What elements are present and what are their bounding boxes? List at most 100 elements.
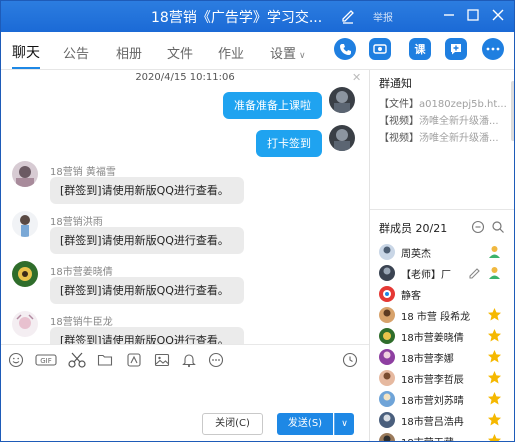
add-member-icon[interactable]: [471, 220, 485, 234]
chevron-down-icon: ∨: [299, 51, 306, 61]
edit-icon[interactable]: [340, 6, 356, 24]
member-avatar: [379, 328, 395, 344]
member-name: 18市营李哲辰: [401, 375, 464, 386]
chat-message-area[interactable]: 2020/4/15 10:11:06 ✕ 准备准备上课啦 打卡签到 18营销 黄…: [1, 70, 369, 344]
svg-text:GIF: GIF: [40, 357, 52, 365]
star-icon: [488, 413, 501, 426]
tab-files[interactable]: 文件: [167, 43, 193, 62]
close-icon[interactable]: [488, 5, 508, 25]
member-avatar: [379, 349, 395, 365]
more-icon[interactable]: [482, 38, 504, 60]
member-role-icon: [489, 267, 500, 279]
tab-announcements[interactable]: 公告: [63, 43, 89, 62]
member-name: 18 市营 段希龙: [401, 312, 471, 323]
star-icon: [488, 371, 501, 384]
member-name: 周英杰: [401, 249, 431, 260]
video-icon[interactable]: [369, 38, 391, 60]
title-bar[interactable]: 18营销《广告学》学习交... 举报: [1, 1, 514, 32]
star-icon: [488, 392, 501, 405]
edit-icon[interactable]: [467, 265, 482, 280]
member-avatar: [379, 286, 395, 302]
gif-icon[interactable]: GIF: [35, 352, 57, 368]
search-icon[interactable]: [491, 220, 505, 234]
member-avatar[interactable]: [12, 211, 38, 237]
notice-item[interactable]: 【视频】汤唯全新升级潘...: [379, 112, 507, 127]
panel-divider[interactable]: [369, 70, 370, 441]
notice-item[interactable]: 【视频】汤唯全新升级潘...: [379, 129, 507, 144]
member-row[interactable]: 18市营姜晓倩: [379, 325, 507, 347]
group-notice-title: 群通知: [379, 77, 412, 90]
my-avatar[interactable]: [329, 87, 355, 113]
maximize-icon[interactable]: [463, 5, 483, 25]
notice-item[interactable]: 【文件】a0180zepj5b.ht...: [379, 95, 507, 110]
tab-chat[interactable]: 聊天: [12, 42, 40, 69]
member-row[interactable]: 18市营吕浩冉: [379, 409, 507, 431]
tab-bar: 聊天 公告 相册 文件 作业 设置 ∨ 课: [1, 32, 514, 70]
graffiti-icon[interactable]: [126, 352, 142, 368]
history-icon[interactable]: [342, 352, 358, 368]
star-icon: [488, 308, 501, 321]
bell-icon[interactable]: [181, 352, 197, 368]
scissors-icon[interactable]: [67, 351, 87, 369]
member-avatar: [379, 265, 395, 281]
folder-icon[interactable]: [97, 352, 113, 368]
member-avatar[interactable]: [12, 161, 38, 187]
member-role-icon: [489, 246, 500, 258]
member-row[interactable]: 静客: [379, 283, 507, 305]
member-name: 18市营姜晓倩: [401, 333, 464, 344]
member-row[interactable]: 周英杰: [379, 241, 507, 263]
message-bubble[interactable]: [群签到]请使用新版QQ进行查看。: [50, 227, 244, 254]
tab-settings[interactable]: 设置 ∨: [270, 43, 306, 62]
image-icon[interactable]: [154, 352, 170, 368]
tab-settings-label: 设置: [270, 47, 297, 62]
notice-scrollbar[interactable]: [511, 81, 514, 141]
member-avatar[interactable]: [12, 311, 38, 337]
dismiss-icon[interactable]: ✕: [352, 71, 361, 84]
member-row[interactable]: 18市营李娜: [379, 346, 507, 368]
emoji-icon[interactable]: [8, 352, 24, 368]
course-icon-label: 课: [414, 43, 426, 56]
add-app-icon[interactable]: [445, 38, 467, 60]
tab-homework[interactable]: 作业: [218, 43, 244, 62]
member-avatar: [379, 307, 395, 323]
member-avatar: [379, 244, 395, 260]
member-row[interactable]: 18市营李哲辰: [379, 367, 507, 389]
minimize-icon[interactable]: [439, 5, 459, 25]
my-message-bubble[interactable]: 打卡签到: [256, 130, 322, 157]
sender-name: 18市营姜晓倩: [50, 267, 113, 278]
close-button[interactable]: 关闭(C): [202, 413, 263, 435]
member-name: 18市营王藏: [401, 434, 454, 441]
member-row[interactable]: 【老师】厂: [379, 262, 507, 284]
phone-icon[interactable]: [334, 38, 356, 60]
member-row[interactable]: 18市营刘苏晴: [379, 388, 507, 410]
more-dots-icon[interactable]: [208, 352, 224, 368]
member-row[interactable]: 18市营王藏: [379, 430, 507, 441]
send-button[interactable]: 发送(S): [277, 413, 333, 435]
notice-tag: 【视频】: [379, 133, 419, 144]
member-row[interactable]: 18 市营 段希龙: [379, 304, 507, 326]
member-avatar[interactable]: [12, 261, 38, 287]
report-link[interactable]: 举报: [373, 9, 393, 24]
message-bubble[interactable]: [群签到]请使用新版QQ进行查看。: [50, 327, 244, 344]
notice-tag: 【文件】: [379, 99, 419, 110]
my-avatar[interactable]: [329, 125, 355, 151]
notice-text: 汤唯全新升级潘...: [419, 116, 499, 127]
member-avatar: [379, 370, 395, 386]
star-icon: [488, 434, 501, 441]
message-bubble[interactable]: [群签到]请使用新版QQ进行查看。: [50, 177, 244, 204]
notice-tag: 【视频】: [379, 116, 419, 127]
tab-album[interactable]: 相册: [116, 43, 142, 62]
member-avatar: [379, 391, 395, 407]
my-message-bubble[interactable]: 准备准备上课啦: [223, 92, 322, 119]
message-timestamp: 2020/4/15 10:11:06: [135, 72, 235, 83]
input-toolbar: GIF: [1, 344, 369, 374]
qq-group-chat-window: 18营销《广告学》学习交... 举报 聊天 公告 相册 文件 作业 设置∨ 课: [0, 0, 515, 442]
member-name: 静客: [401, 291, 421, 302]
window-title: 18营销《广告学》学习交...: [151, 10, 323, 26]
course-icon[interactable]: 课: [409, 38, 431, 60]
message-bubble[interactable]: [群签到]请使用新版QQ进行查看。: [50, 277, 244, 304]
member-name: 18市营李娜: [401, 354, 454, 365]
panel-separator: [370, 209, 514, 210]
star-icon: [488, 329, 501, 342]
send-options-chevron-icon[interactable]: ∨: [334, 413, 354, 435]
